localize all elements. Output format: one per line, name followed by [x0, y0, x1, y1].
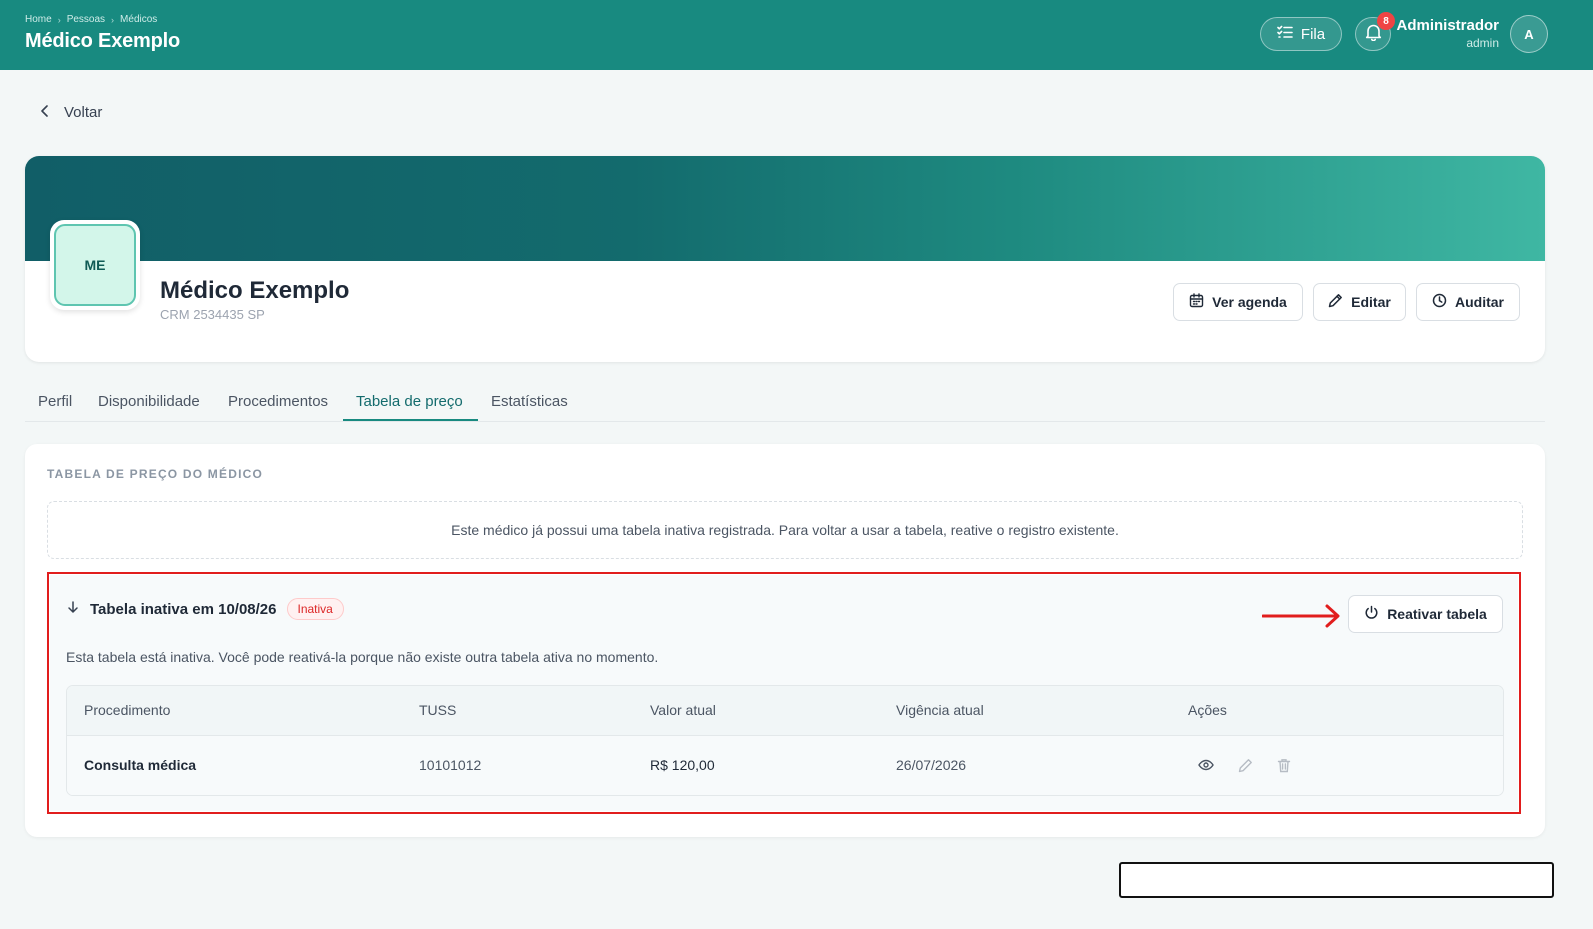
breadcrumb-separator: › — [111, 14, 115, 25]
reactivate-table-button[interactable]: Reativar tabela — [1348, 595, 1503, 633]
eye-icon[interactable] — [1196, 755, 1216, 775]
status-badge: Inativa — [286, 598, 344, 620]
tab-profile[interactable]: Perfil — [38, 393, 72, 410]
table-header: Procedimento TUSS Valor atual Vigência a… — [67, 686, 1503, 736]
inactive-table-description: Esta tabela está inativa. Você pode reat… — [66, 649, 659, 665]
arrow-down-icon — [66, 600, 80, 618]
inactive-table-heading: Tabela inativa em 10/08/26 — [90, 600, 277, 618]
list-check-icon — [1277, 25, 1293, 43]
blank-overlay-box — [1119, 862, 1554, 898]
price-table: Procedimento TUSS Valor atual Vigência a… — [66, 685, 1504, 796]
page-title: Médico Exemplo — [25, 30, 181, 52]
cell-validity: 26/07/2026 — [896, 757, 967, 773]
doctor-avatar: ME — [50, 220, 140, 310]
cell-value: R$ 120,00 — [650, 757, 715, 773]
user-role: admin — [1466, 36, 1499, 50]
power-icon — [1364, 605, 1379, 623]
pencil-icon[interactable] — [1235, 755, 1255, 775]
column-header-actions: Ações — [1188, 702, 1227, 718]
queue-label: Fila — [1300, 25, 1326, 43]
cell-procedure: Consulta médica — [84, 757, 197, 773]
existing-table-notice: Este médico já possui uma tabela inativa… — [47, 501, 1523, 559]
section-title: TABELA DE PREÇO DO MÉDICO — [47, 467, 264, 481]
table-row: Consulta médica 10101012 R$ 120,00 26/07… — [67, 736, 1503, 795]
profile-tabs: Perfil Disponibilidade Procedimentos Tab… — [25, 384, 1545, 422]
pencil-icon — [1328, 293, 1343, 311]
user-avatar[interactable]: A — [1510, 15, 1548, 53]
edit-button[interactable]: Editar — [1313, 283, 1406, 321]
audit-button[interactable]: Auditar — [1416, 283, 1520, 321]
chevron-left-icon — [40, 104, 50, 121]
audit-label: Auditar — [1455, 294, 1504, 310]
profile-banner — [25, 156, 1545, 261]
active-tab-indicator — [343, 419, 478, 421]
doctor-name: Médico Exemplo — [160, 277, 350, 304]
column-header-procedure: Procedimento — [84, 702, 171, 718]
tab-availability[interactable]: Disponibilidade — [98, 393, 200, 410]
red-arrow-icon — [1262, 604, 1340, 628]
tab-statistics[interactable]: Estatísticas — [491, 393, 568, 410]
breadcrumb-doctors[interactable]: Médicos — [120, 14, 157, 25]
user-name: Administrador — [1396, 17, 1499, 34]
tab-price-table[interactable]: Tabela de preço — [356, 393, 463, 410]
breadcrumb: Home › Pessoas › Médicos — [25, 14, 157, 25]
clock-icon — [1432, 293, 1447, 311]
cell-tuss: 10101012 — [419, 757, 482, 773]
back-link[interactable]: Voltar — [40, 104, 102, 121]
edit-label: Editar — [1351, 294, 1391, 310]
column-header-value: Valor atual — [650, 702, 716, 718]
back-label: Voltar — [64, 104, 103, 121]
inactive-table-header[interactable]: Tabela inativa em 10/08/26 Inativa — [66, 598, 344, 620]
view-schedule-label: Ver agenda — [1212, 294, 1287, 310]
view-schedule-button[interactable]: Ver agenda — [1173, 283, 1303, 321]
tab-procedures[interactable]: Procedimentos — [228, 393, 328, 410]
breadcrumb-home[interactable]: Home — [25, 14, 52, 25]
column-header-validity: Vigência atual — [896, 702, 984, 718]
top-bar: Home › Pessoas › Médicos Médico Exemplo … — [0, 0, 1593, 70]
column-header-tuss: TUSS — [419, 702, 457, 718]
doctor-crm: CRM 2534435 SP — [160, 307, 265, 322]
breadcrumb-people[interactable]: Pessoas — [67, 14, 105, 25]
notification-count-badge: 8 — [1377, 12, 1395, 30]
queue-button[interactable]: Fila — [1260, 17, 1342, 51]
doctor-initials: ME — [54, 224, 136, 306]
breadcrumb-separator: › — [57, 14, 61, 25]
reactivate-label: Reativar tabela — [1387, 606, 1487, 622]
calendar-icon — [1189, 293, 1204, 311]
doctor-profile-card: ME Médico Exemplo CRM 2534435 SP Ver age… — [25, 156, 1545, 362]
trash-icon[interactable] — [1274, 755, 1294, 775]
